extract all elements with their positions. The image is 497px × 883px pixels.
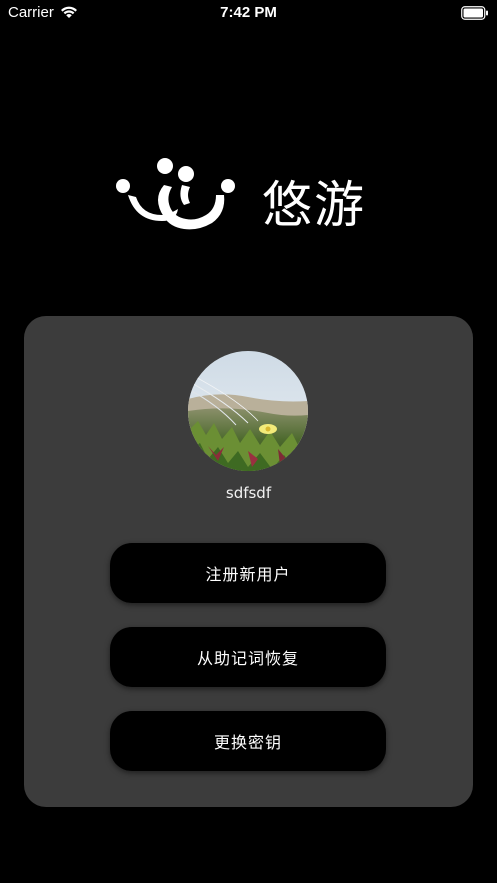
status-bar: Carrier 7:42 PM bbox=[0, 0, 497, 26]
register-new-user-button[interactable]: 注册新用户 bbox=[110, 543, 386, 603]
avatar[interactable] bbox=[188, 351, 308, 471]
username: sdfsdf bbox=[225, 484, 272, 502]
change-key-button[interactable]: 更换密钥 bbox=[110, 711, 386, 771]
logo-mark-icon bbox=[116, 158, 235, 230]
app-logo: 悠游 bbox=[112, 155, 392, 235]
recover-from-mnemonic-button[interactable]: 从助记词恢复 bbox=[110, 627, 386, 687]
clock: 7:42 PM bbox=[220, 4, 277, 21]
account-card: sdfsdf 注册新用户 从助记词恢复 更换密钥 bbox=[24, 316, 473, 807]
logo-text: 悠游 bbox=[262, 176, 366, 234]
battery-icon bbox=[461, 5, 489, 24]
